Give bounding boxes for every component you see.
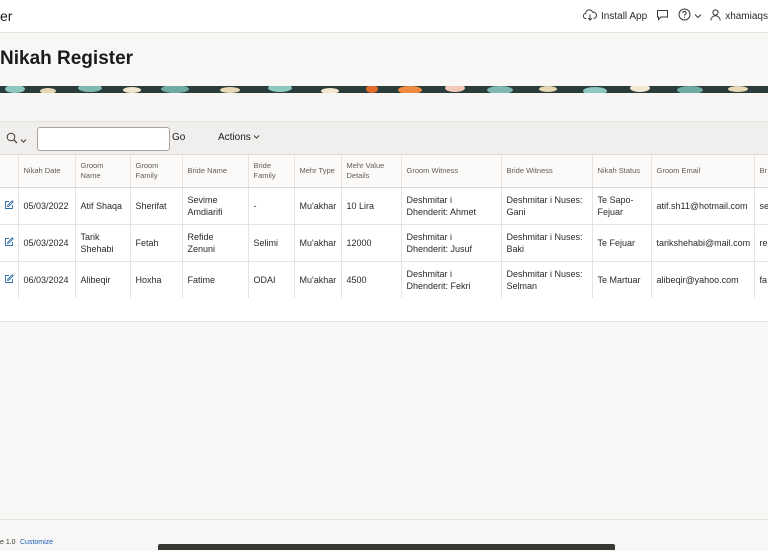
actions-menu-button[interactable]: Actions <box>218 132 260 143</box>
column-header-edit <box>0 155 19 188</box>
chevron-down-icon <box>20 131 27 149</box>
table-cell: 4500 <box>341 261 402 299</box>
table-cell: atif.sh11@hotmail.com <box>651 187 755 225</box>
edit-icon <box>4 273 14 286</box>
table-cell: Atif Shaqa <box>75 187 131 225</box>
table-cell: Hoxha <box>130 261 183 299</box>
install-app-label: Install App <box>601 10 648 22</box>
table-row: 06/03/2024 Alibeqir Hoxha Fatime ODAI Mu… <box>0 261 768 299</box>
edit-icon <box>4 236 14 249</box>
table-cell: Alibeqir <box>75 261 131 299</box>
table-cell: 06/03/2024 <box>18 261 76 299</box>
table-cell: Te Sapo-Fejuar <box>592 187 652 225</box>
table-cell: Sevime Amdiarifi <box>182 187 249 225</box>
chat-bubble-icon <box>656 9 669 24</box>
table-cell: Selimi <box>248 224 295 262</box>
nikah-register-report: Nikah Date Groom Name Groom Family Bride… <box>0 155 768 299</box>
install-app-button[interactable]: Install App <box>582 8 648 24</box>
report-toolbar: Go Actions <box>0 122 768 155</box>
table-cell: Te Fejuar <box>592 224 652 262</box>
report-table: Nikah Date Groom Name Groom Family Bride… <box>0 155 768 299</box>
table-cell: Deshmitar i Nuses: Gani <box>501 187 593 225</box>
table-cell: se <box>754 187 768 225</box>
column-header[interactable]: Groom Witness <box>401 155 502 188</box>
search-icon <box>6 131 18 149</box>
developer-toolbar[interactable] <box>158 544 615 550</box>
column-header[interactable]: Nikah Status <box>592 155 652 188</box>
table-cell: Fatime <box>182 261 249 299</box>
column-header[interactable]: Mehr Type <box>294 155 342 188</box>
table-cell: Te Martuar <box>592 261 652 299</box>
column-header[interactable]: Groom Family <box>130 155 183 188</box>
table-cell: ODAI <box>248 261 295 299</box>
region-header <box>0 93 768 122</box>
column-header[interactable]: Bride Family <box>248 155 295 188</box>
column-header[interactable]: Br <box>754 155 768 188</box>
column-header[interactable]: Bride Name <box>182 155 249 188</box>
table-cell: alibeqir@yahoo.com <box>651 261 755 299</box>
decorative-banner <box>0 86 768 93</box>
table-cell: Deshmitar i Dhenderit: Jusuf <box>401 224 502 262</box>
table-cell: 12000 <box>341 224 402 262</box>
chevron-down-icon <box>253 132 260 143</box>
go-button[interactable]: Go <box>172 132 185 143</box>
search-input[interactable] <box>37 127 170 151</box>
table-row: 05/03/2022 Atif Shaqa Sherifat Sevime Am… <box>0 187 768 225</box>
report-footer-area <box>0 298 768 322</box>
table-cell: Mu'akhar <box>294 224 342 262</box>
help-menu-button[interactable] <box>678 8 702 24</box>
user-menu-button[interactable]: xhamiaqs <box>710 8 768 24</box>
release-version: e 1.0 <box>0 539 16 546</box>
cloud-download-icon <box>582 8 598 24</box>
table-cell: Deshmitar i Nuses: Selman <box>501 261 593 299</box>
search-column-menu[interactable] <box>6 131 27 149</box>
column-header[interactable]: Groom Name <box>75 155 131 188</box>
table-cell: Mu'akhar <box>294 261 342 299</box>
feedback-button[interactable] <box>656 9 669 24</box>
table-cell: Tarik Shehabi <box>75 224 131 262</box>
edit-row-button[interactable] <box>0 224 19 262</box>
table-cell: Mu'akhar <box>294 187 342 225</box>
table-header-row: Nikah Date Groom Name Groom Family Bride… <box>0 155 768 188</box>
column-header[interactable]: Nikah Date <box>18 155 76 188</box>
page-title-region: Nikah Register <box>0 33 768 87</box>
username-label: xhamiaqs <box>725 10 768 22</box>
actions-label: Actions <box>218 132 251 143</box>
page-title: Nikah Register <box>0 48 134 69</box>
chevron-down-icon <box>694 11 702 22</box>
table-cell: fa <box>754 261 768 299</box>
column-header[interactable]: Bride Witness <box>501 155 593 188</box>
topbar-actions: Install App xhamiaqs <box>582 0 768 32</box>
table-cell: Deshmitar i Nuses: Baki <box>501 224 593 262</box>
table-cell: Sherifat <box>130 187 183 225</box>
table-cell: 05/03/2024 <box>18 224 76 262</box>
edit-row-button[interactable] <box>0 261 19 299</box>
column-header[interactable]: Mehr Value Details <box>341 155 402 188</box>
table-cell: Deshmitar i Dhenderit: Fekri <box>401 261 502 299</box>
user-icon <box>710 8 721 24</box>
edit-icon <box>4 199 14 212</box>
table-cell: - <box>248 187 295 225</box>
table-cell: Deshmitar i Dhenderit: Ahmet <box>401 187 502 225</box>
edit-row-button[interactable] <box>0 187 19 225</box>
table-cell: Refide Zenuni <box>182 224 249 262</box>
table-cell: tarikshehabi@mail.com <box>651 224 755 262</box>
top-navigation-bar: er Install App xhamiaqs <box>0 0 768 33</box>
table-cell: 10 Lira <box>341 187 402 225</box>
customize-link[interactable]: Customize <box>20 539 53 546</box>
table-cell: re <box>754 224 768 262</box>
column-header[interactable]: Groom Email <box>651 155 755 188</box>
table-cell: 05/03/2022 <box>18 187 76 225</box>
table-row: 05/03/2024 Tarik Shehabi Fetah Refide Ze… <box>0 224 768 262</box>
app-title[interactable]: er <box>0 8 12 24</box>
help-circle-icon <box>678 8 691 24</box>
table-cell: Fetah <box>130 224 183 262</box>
